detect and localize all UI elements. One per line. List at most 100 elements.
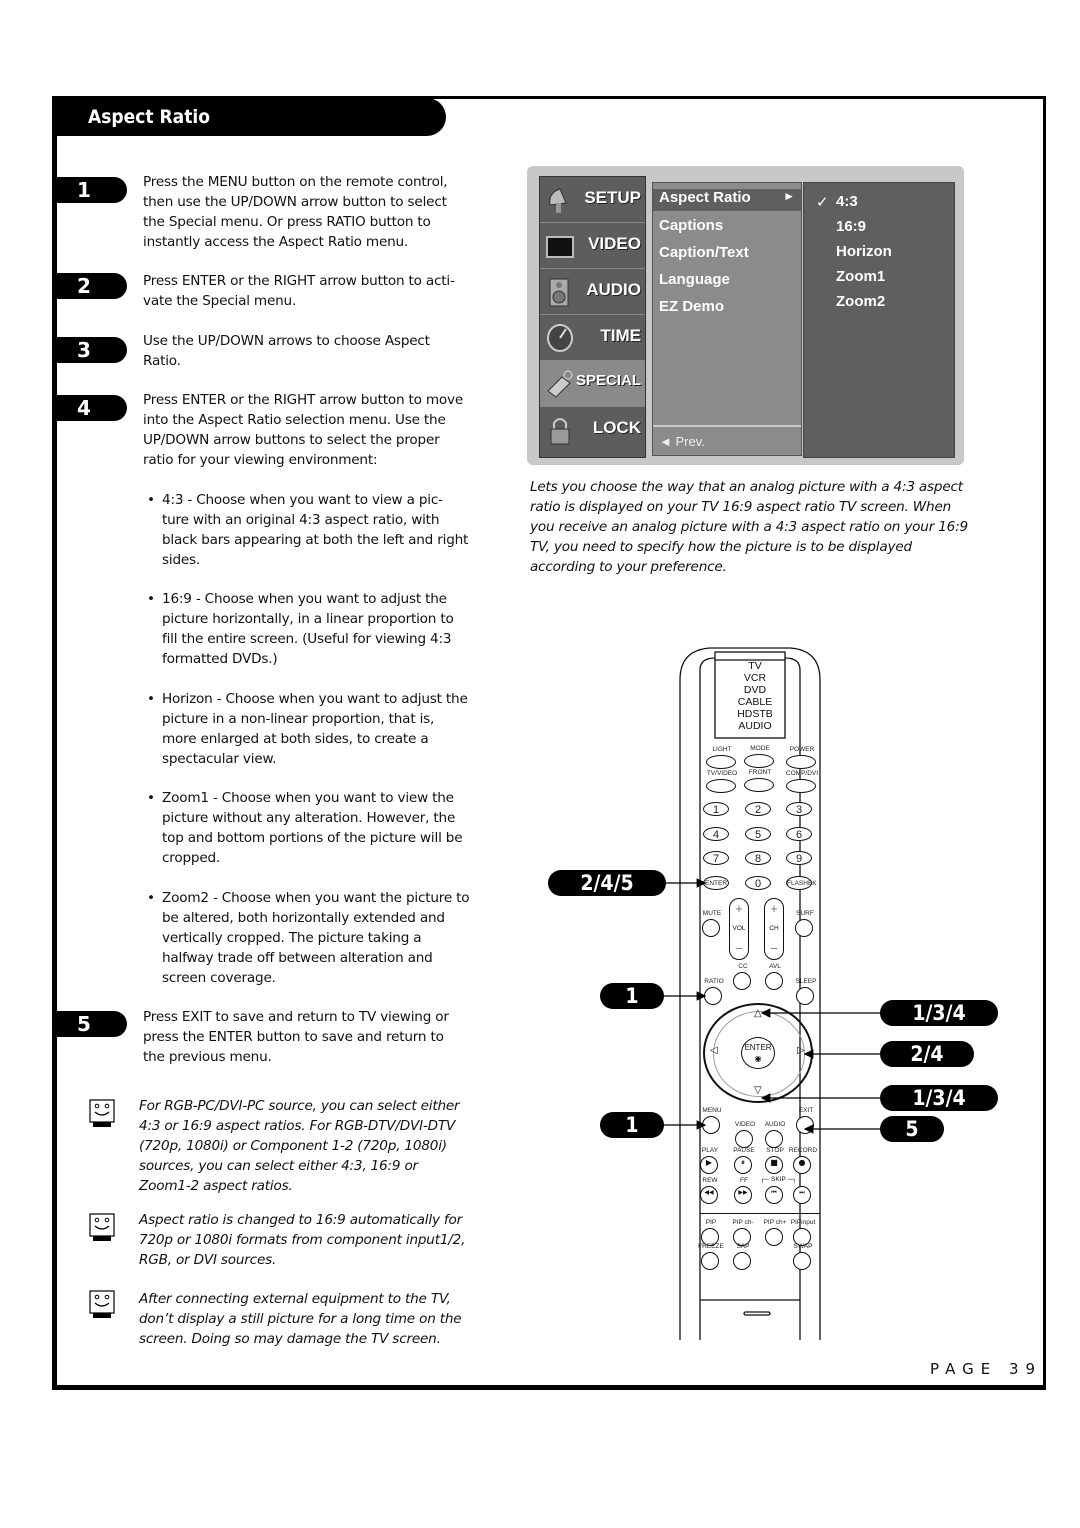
- keypad-0[interactable]: 0: [745, 876, 771, 890]
- osd-option-zoom2[interactable]: Zoom2: [836, 293, 885, 310]
- sleep-button[interactable]: SLEEP: [796, 978, 816, 1005]
- osd-tab-audio[interactable]: AUDIO: [540, 269, 645, 315]
- callout-2-4-5: 2/4/5: [548, 870, 666, 896]
- keypad-flashbk-label: FLASHBK: [787, 880, 817, 887]
- keypad-2[interactable]: 2: [745, 802, 771, 816]
- callout-5: 5: [880, 1116, 944, 1142]
- mode-button[interactable]: MODE: [744, 745, 774, 768]
- osd-tab-setup[interactable]: SETUP: [540, 177, 645, 223]
- note-1: For RGB-PC/DVI-PC source, you can select…: [139, 1098, 460, 1194]
- plus-icon: +: [735, 901, 743, 916]
- osd-option-horizon[interactable]: Horizon: [836, 243, 892, 260]
- vol-rocker[interactable]: + VOL −: [729, 898, 749, 960]
- right-arrow-button[interactable]: ▷: [797, 1045, 805, 1056]
- step-4-text: Press ENTER or the RIGHT arrow button to…: [143, 392, 464, 468]
- osd-option-16-9[interactable]: 16:9: [836, 218, 866, 235]
- comp-dvi-button[interactable]: COMP/DVI: [786, 770, 818, 793]
- swap-button[interactable]: SWAP: [793, 1243, 812, 1270]
- audio-button-label: AUDIO: [764, 1121, 786, 1128]
- osd-item-captions[interactable]: Captions: [659, 217, 723, 234]
- callout-1-3-4-down: 1/3/4: [880, 1085, 998, 1111]
- sap-button-label: SAP: [736, 1243, 750, 1250]
- osd-submenu: Aspect Ratio ► Captions Caption/Text Lan…: [652, 182, 802, 456]
- surf-button-label: SURF: [796, 910, 814, 917]
- keypad-9-label: 9: [795, 853, 803, 865]
- mute-button[interactable]: MUTE: [702, 910, 721, 937]
- freeze-button[interactable]: FREEZE: [698, 1243, 724, 1270]
- ch-rocker[interactable]: + CH −: [764, 898, 784, 960]
- osd-tab-time[interactable]: TIME: [540, 315, 645, 361]
- pip-button-3-label: PIPinput: [790, 1219, 816, 1226]
- osd-prev-button[interactable]: ◄ Prev.: [653, 425, 801, 455]
- mode-hdstb[interactable]: HDSTB: [715, 708, 795, 720]
- page-number: PAGE 39: [930, 1360, 1043, 1378]
- osd-menu: SETUP VIDEO AUDIO TIME SPECIAL LOCK Aspe…: [527, 166, 964, 465]
- satellite-dish-icon: [549, 188, 567, 213]
- osd-item-language[interactable]: Language: [659, 271, 730, 288]
- callout-1-menu: 1: [600, 1112, 664, 1138]
- keypad-5[interactable]: 5: [745, 827, 771, 841]
- osd-option-4-3[interactable]: 4:3: [836, 193, 858, 210]
- note-3: After connecting external equipment to t…: [139, 1291, 462, 1347]
- enter-button-label: ENTER: [744, 1043, 772, 1052]
- keypad-6-label: 6: [795, 829, 803, 841]
- surf-button[interactable]: SURF: [795, 910, 814, 937]
- osd-tab-column: SETUP VIDEO AUDIO TIME SPECIAL LOCK: [539, 176, 646, 458]
- left-arrow-button[interactable]: ◁: [710, 1045, 718, 1056]
- comp-dvi-button-label: COMP/DVI: [785, 770, 819, 777]
- osd-options: ✓ 4:3 16:9 Horizon Zoom1 Zoom2: [803, 182, 955, 458]
- osd-option-zoom1[interactable]: Zoom1: [836, 268, 885, 285]
- osd-item-aspect-ratio[interactable]: Aspect Ratio ►: [653, 189, 801, 211]
- step-badge-4: 4: [55, 395, 127, 421]
- callout-2-4: 2/4: [880, 1041, 974, 1067]
- keypad-enter-label: ENTER: [704, 880, 728, 887]
- mode-vcr[interactable]: VCR: [715, 672, 795, 684]
- keypad-3[interactable]: 3: [786, 802, 812, 816]
- up-arrow-button[interactable]: △: [754, 1008, 762, 1019]
- keypad-6[interactable]: 6: [786, 827, 812, 841]
- keypad-4[interactable]: 4: [703, 827, 729, 841]
- enter-button[interactable]: ENTER ◉: [741, 1037, 775, 1069]
- ratio-button[interactable]: RATIO: [704, 978, 724, 1005]
- osd-item-ez-demo[interactable]: EZ Demo: [659, 298, 724, 315]
- keypad-8-label: 8: [754, 853, 762, 865]
- osd-item-caption-text[interactable]: Caption/Text: [659, 244, 749, 261]
- keypad-7-label: 7: [712, 853, 720, 865]
- tv-video-button[interactable]: TV/VIDEO: [706, 770, 737, 793]
- audio-button[interactable]: AUDIO: [765, 1121, 785, 1148]
- mode-cable[interactable]: CABLE: [715, 696, 795, 708]
- skip-forward-icon: ⏭: [799, 1189, 805, 1196]
- section-title-bar: Aspect Ratio: [52, 98, 446, 136]
- minus-icon: −: [735, 941, 743, 956]
- mode-audio[interactable]: AUDIO: [715, 720, 795, 732]
- power-button[interactable]: POWER: [786, 746, 816, 769]
- keypad-flashbk[interactable]: FLASHBK: [786, 876, 817, 890]
- keypad-1-label: 1: [712, 804, 720, 816]
- exit-button-label: EXIT: [798, 1107, 814, 1114]
- plus-icon: +: [770, 901, 778, 916]
- keypad-1[interactable]: 1: [703, 802, 729, 816]
- keypad-enter[interactable]: ENTER: [703, 876, 729, 890]
- mode-tv[interactable]: TV: [715, 660, 795, 672]
- keypad-9[interactable]: 9: [786, 851, 812, 865]
- video-button[interactable]: VIDEO: [735, 1121, 755, 1148]
- navigation-ring[interactable]: △ ▽ ◁ ▷ ENTER ◉: [703, 1003, 813, 1103]
- osd-tab-lock[interactable]: LOCK: [540, 407, 645, 453]
- front-button[interactable]: FRONT: [744, 769, 774, 792]
- light-button[interactable]: LIGHT: [706, 746, 736, 769]
- callout-1-ratio: 1: [600, 983, 664, 1009]
- keypad-7[interactable]: 7: [703, 851, 729, 865]
- down-arrow-button[interactable]: ▽: [754, 1085, 762, 1096]
- record-button-label: RECORD: [788, 1147, 818, 1154]
- sap-button[interactable]: SAP: [733, 1243, 751, 1270]
- note-2: Aspect ratio is changed to 16:9 automati…: [139, 1212, 466, 1268]
- keypad-8[interactable]: 8: [745, 851, 771, 865]
- callout-1-3-4-up: 1/3/4: [880, 1000, 998, 1026]
- vol-rocker-label: VOL: [732, 925, 746, 932]
- osd-tab-video[interactable]: VIDEO: [540, 223, 645, 269]
- osd-tab-special[interactable]: SPECIAL: [540, 361, 645, 407]
- minus-icon: −: [770, 941, 778, 956]
- mode-dvd[interactable]: DVD: [715, 684, 795, 696]
- checkmark-icon: ✓: [816, 193, 829, 211]
- step-badge-2: 2: [55, 273, 127, 299]
